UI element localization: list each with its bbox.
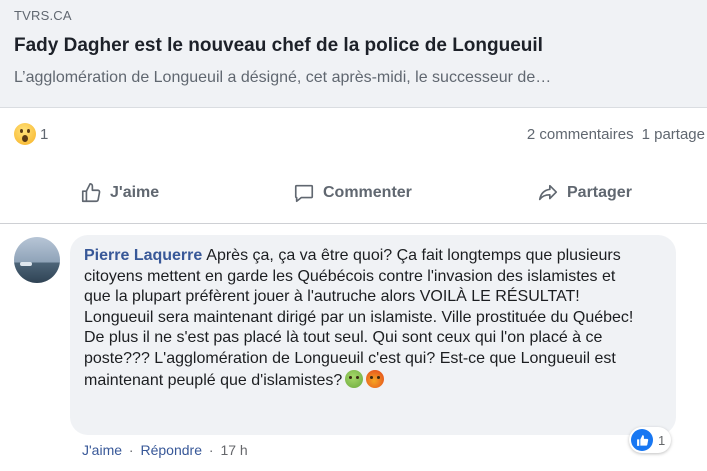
wow-emoji-icon[interactable]	[14, 123, 36, 145]
post-actions-bar: J'aime Commenter Partager	[0, 162, 707, 224]
like-reaction-icon	[631, 429, 653, 451]
nauseated-face-icon	[345, 369, 364, 388]
comment-button[interactable]: Commenter	[293, 176, 412, 210]
reaction-count[interactable]: 1	[40, 126, 48, 143]
speech-bubble-icon	[294, 184, 314, 203]
comment-like-count: 1	[658, 432, 666, 448]
comments-count-link[interactable]: 2 commentaires	[527, 126, 634, 143]
link-title[interactable]: Fady Dagher est le nouveau chef de la po…	[14, 35, 543, 57]
comment-like-link[interactable]: J'aime	[82, 442, 122, 458]
link-description: L’agglomération de Longueuil a désigné, …	[14, 69, 552, 86]
thumbs-up-icon	[81, 183, 101, 203]
link-preview-card[interactable]: TVRS.CA Fady Dagher est le nouveau chef …	[0, 0, 707, 108]
share-label: Partager	[567, 184, 632, 201]
shares-count-link[interactable]: 1 partage	[642, 126, 705, 143]
engagement-counts: 2 commentaires 1 partage	[527, 126, 705, 143]
comment-reply-link[interactable]: Répondre	[140, 442, 202, 458]
post-stats-bar: 1 2 commentaires 1 partage	[0, 120, 707, 150]
share-arrow-icon	[538, 184, 558, 201]
comment-like-badge[interactable]: 1	[629, 427, 672, 453]
comment-actions: J'aime · Répondre · 17 h	[82, 442, 248, 458]
like-label: J'aime	[110, 184, 160, 201]
comment-body: Pierre Laquerre Après ça, ça va être quoi…	[84, 246, 644, 391]
comment-text: Après ça, ça va être quoi? Ça fait longt…	[84, 247, 634, 389]
commenter-avatar[interactable]	[14, 237, 60, 283]
comment-label: Commenter	[323, 184, 412, 201]
angry-cursing-face-icon	[366, 369, 385, 388]
comment-timestamp[interactable]: 17 h	[220, 442, 247, 458]
separator: ·	[208, 442, 214, 458]
share-button[interactable]: Partager	[537, 176, 632, 210]
comment-bubble: Pierre Laquerre Après ça, ça va être quoi…	[70, 235, 676, 435]
comment-author[interactable]: Pierre Laquerre	[84, 247, 202, 264]
like-button[interactable]: J'aime	[80, 176, 159, 210]
link-domain: TVRS.CA	[14, 8, 72, 23]
separator: ·	[128, 442, 134, 458]
